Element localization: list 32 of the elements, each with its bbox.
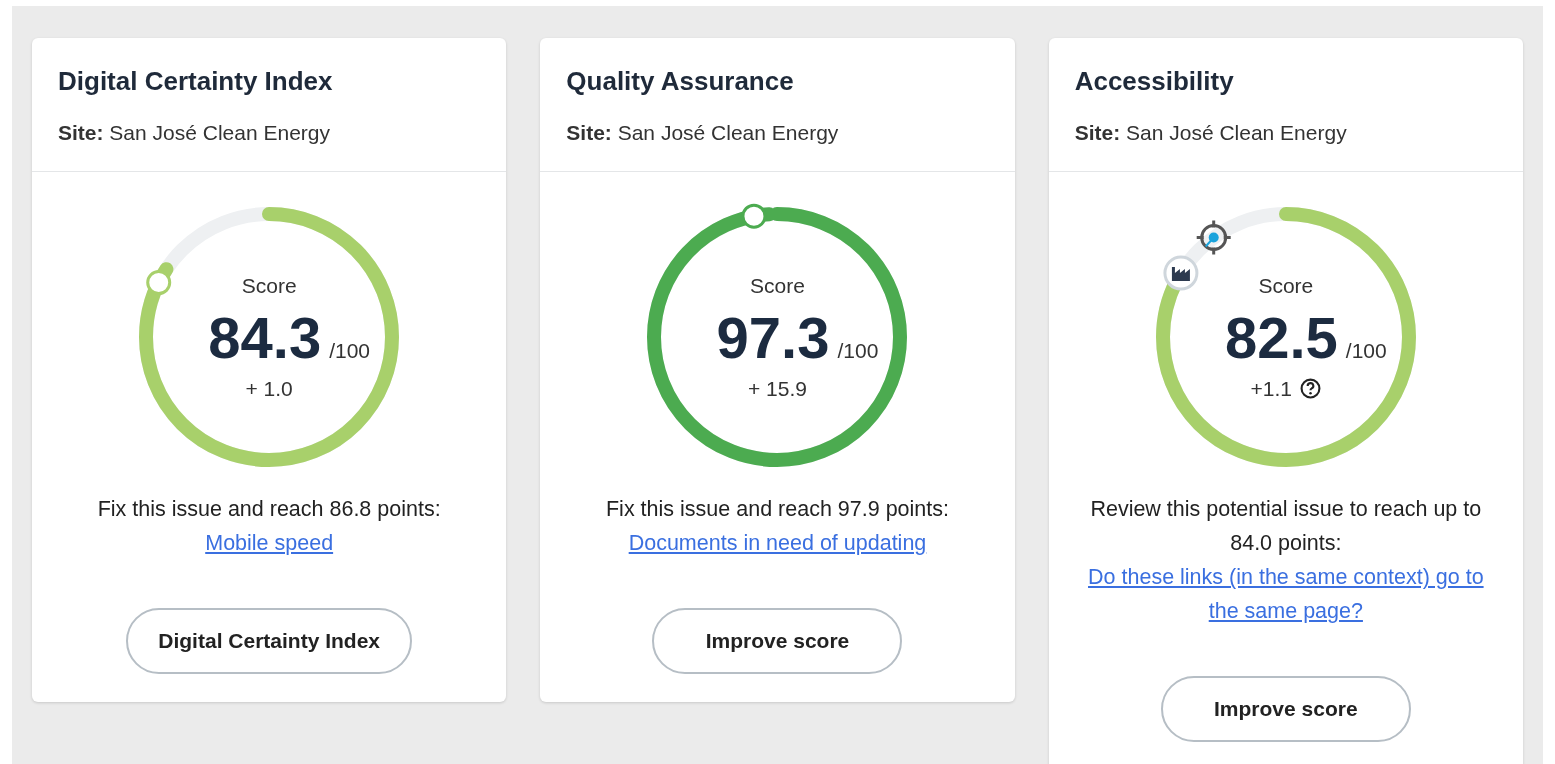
- target-icon: [1195, 219, 1232, 256]
- score-label: Score: [241, 273, 297, 298]
- card-title: Quality Assurance: [566, 66, 795, 97]
- card-title: Digital Certainty Index: [58, 66, 334, 97]
- score-value: 84.3: [208, 303, 322, 371]
- site-label: Site: San José Clean Energy: [566, 121, 840, 145]
- score-label: Score: [750, 273, 805, 298]
- issue-link[interactable]: Mobile speed: [205, 526, 334, 560]
- issue-link[interactable]: Do these links (in the same context) go to the same page?: [1074, 560, 1497, 628]
- factory-icon: [1163, 255, 1199, 291]
- score-marker: [741, 203, 767, 229]
- site-label: Site: San José Clean Energy: [1074, 121, 1348, 145]
- score-change: + 15.9: [748, 376, 807, 401]
- score-max: /100: [837, 338, 879, 363]
- issue-link[interactable]: Documents in need of updating: [628, 526, 927, 560]
- score-label: Score: [1258, 273, 1314, 298]
- improvement-text: Fix this issue and reach 97.9 points: Documents in need of updating: [540, 472, 1015, 560]
- score-change: + 1.0: [245, 376, 293, 401]
- card-title: Accessibility: [1074, 66, 1235, 97]
- score-change: +1.1: [1250, 376, 1293, 401]
- improvement-text: Fix this issue and reach 86.8 points: Mobile speed: [32, 472, 507, 560]
- improve-button[interactable]: Improve score: [1160, 676, 1411, 742]
- site-label: Site: San José Clean Energy: [58, 121, 331, 145]
- score-max: /100: [329, 338, 371, 363]
- score-marker: [146, 270, 172, 296]
- score-value: 82.5: [1224, 303, 1338, 371]
- score-value: 97.3: [716, 303, 830, 371]
- improve-button[interactable]: Digital Certainty Index: [126, 608, 412, 674]
- improve-button[interactable]: Improve score: [652, 608, 903, 674]
- improvement-text: Review this potential issue to reach up to 84.0 points: Do these links (in the same context) go to the same page?: [1048, 472, 1523, 628]
- help-icon[interactable]: [1300, 378, 1322, 399]
- score-max: /100: [1345, 338, 1387, 363]
